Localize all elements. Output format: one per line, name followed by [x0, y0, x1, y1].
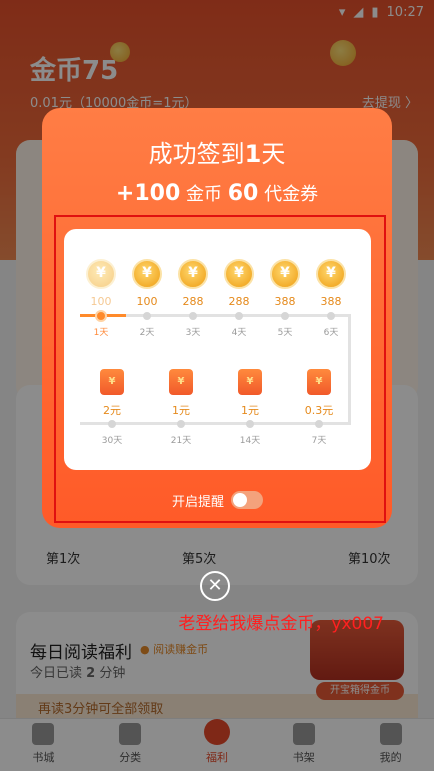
- reward-coin-label: 金币: [186, 184, 222, 205]
- annotation-text: 老登给我爆点金币，yx007: [178, 614, 384, 634]
- title-suffix: 天: [261, 140, 286, 168]
- close-icon[interactable]: ✕: [200, 571, 230, 601]
- title-prefix: 成功签到: [148, 140, 245, 168]
- reward-summary: +100 金币 60 代金券: [0, 180, 434, 206]
- modal-title: 成功签到1天: [0, 134, 434, 169]
- reward-voucher-label: 代金券: [264, 184, 319, 205]
- highlight-frame: [54, 215, 386, 523]
- title-count: 1: [244, 140, 262, 168]
- reward-voucher: 60: [227, 181, 259, 206]
- reward-coins: +100: [115, 181, 181, 206]
